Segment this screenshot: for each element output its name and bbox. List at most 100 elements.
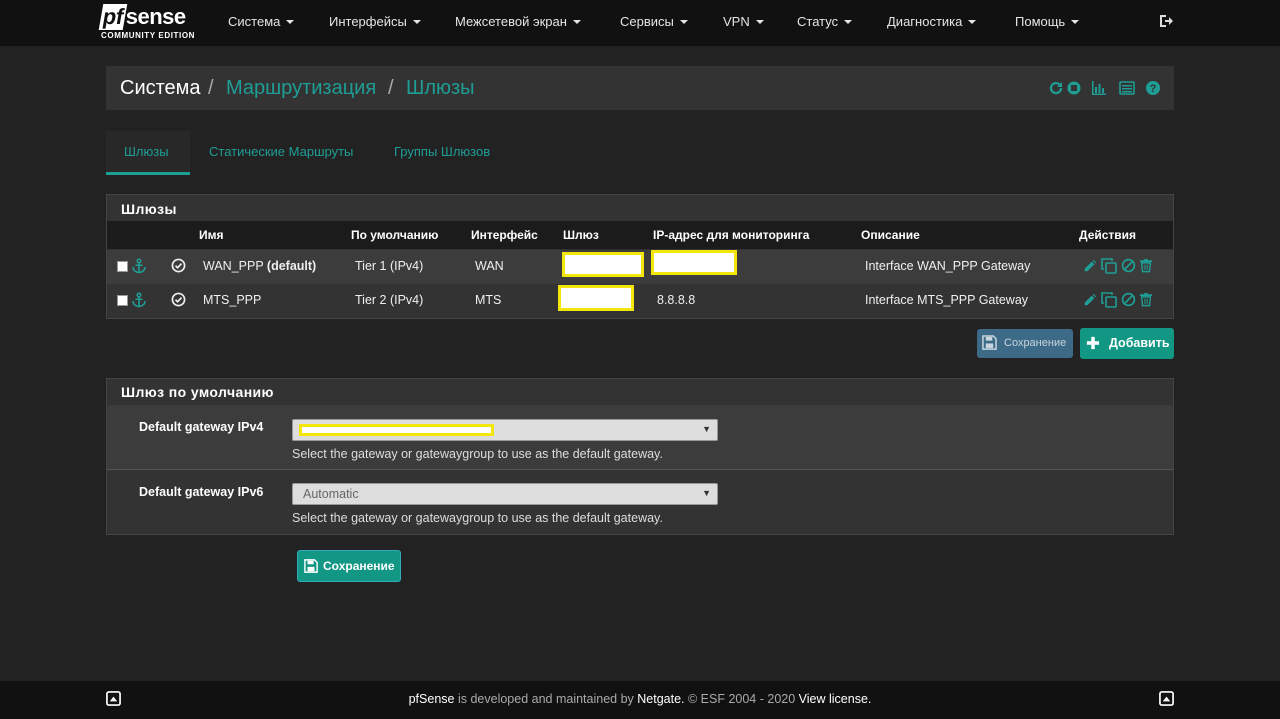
- bar-chart-icon[interactable]: [1091, 80, 1107, 96]
- row-checkbox[interactable]: [117, 295, 128, 306]
- add-gateway-button[interactable]: Добавить: [1080, 328, 1174, 359]
- pfsense-logo[interactable]: pfsense COMMUNITY EDITION: [98, 4, 201, 44]
- gateways-panel: Шлюзы Имя По умолчанию Интерфейс Шлюз IP…: [106, 194, 1174, 319]
- anchor-icon[interactable]: [131, 258, 147, 274]
- gateway-name-value: WAN_PPP: [203, 259, 264, 273]
- nav-label: Статус: [797, 14, 839, 29]
- gateway-name: WAN_PPP (default): [203, 259, 316, 273]
- nav-label: Диагностика: [887, 14, 963, 29]
- disable-ban-icon[interactable]: [1121, 292, 1136, 307]
- scroll-top-icon[interactable]: [1159, 691, 1174, 706]
- gateway-interface: MTS: [475, 293, 502, 307]
- column-header-description[interactable]: Описание: [861, 228, 920, 242]
- column-header-interface[interactable]: Интерфейс: [471, 228, 538, 242]
- redacted-selected-value: [299, 424, 494, 436]
- logout-icon[interactable]: [1158, 13, 1174, 29]
- nav-label: Интерфейсы: [329, 14, 407, 29]
- trash-icon[interactable]: [1139, 258, 1153, 273]
- nav-menu-vpn[interactable]: VPN: [723, 14, 764, 29]
- panel-title: Шлюз по умолчанию: [121, 384, 274, 400]
- breadcrumb-system: Система: [120, 77, 201, 99]
- nav-label: Система: [228, 14, 281, 29]
- panel-title: Шлюзы: [121, 201, 177, 217]
- tab-gateways[interactable]: Шлюзы: [124, 144, 169, 159]
- log-list-icon[interactable]: [1119, 80, 1135, 96]
- gateway-tier: Tier 2 (IPv4): [355, 293, 424, 307]
- save-button-small[interactable]: Сохранение: [977, 329, 1073, 358]
- nav-menu-help[interactable]: Помощь: [1015, 14, 1080, 29]
- footer-brand: pfSense: [408, 692, 455, 706]
- breadcrumb: Система / Маршрутизация / Шлюзы: [106, 66, 1174, 110]
- logo-text: pfsense: [98, 4, 186, 30]
- button-label: Добавить: [1109, 336, 1170, 350]
- nav-label: VPN: [723, 14, 750, 29]
- caret-down-icon: [755, 20, 764, 24]
- caret-down-icon: [286, 20, 295, 24]
- nav-label: Помощь: [1015, 14, 1066, 29]
- nav-menu-firewall[interactable]: Межсетевой экран: [455, 14, 581, 29]
- edit-pencil-icon[interactable]: [1083, 293, 1097, 307]
- footer-text-part: is developed and maintained by: [454, 692, 638, 706]
- redacted-gateway-ip: [558, 285, 634, 311]
- column-header-gateway[interactable]: Шлюз: [563, 228, 599, 242]
- help-icon[interactable]: ?: [1145, 80, 1161, 96]
- breadcrumb-separator: /: [388, 77, 394, 99]
- default-marker: (default): [266, 259, 317, 273]
- select-value: Automatic: [303, 487, 359, 501]
- nav-menu-system[interactable]: Система: [228, 14, 295, 29]
- disable-ban-icon[interactable]: [1121, 258, 1136, 273]
- field-help-text: Select the gateway or gatewaygroup to us…: [292, 511, 663, 525]
- copy-icon[interactable]: [1101, 292, 1117, 308]
- default-gateway-ipv6-row: Default gateway IPv6 Automatic ▼ Select …: [107, 470, 1173, 534]
- footer-text-part: © ESF 2004 - 2020: [684, 692, 799, 706]
- gateway-tier: Tier 1 (IPv4): [355, 259, 424, 273]
- gateway-description: Interface WAN_PPP Gateway: [865, 259, 1031, 273]
- nav-menu-diagnostics[interactable]: Диагностика: [887, 14, 977, 29]
- redacted-gateway-ip: [562, 252, 644, 277]
- edit-pencil-icon[interactable]: [1083, 259, 1097, 273]
- copy-icon[interactable]: [1101, 258, 1117, 274]
- button-label: Сохранение: [1004, 337, 1067, 349]
- save-button[interactable]: Сохранение: [297, 550, 401, 582]
- table-row: MTS_PPP Tier 2 (IPv4) MTS 8.8.8.8 Interf…: [107, 284, 1173, 318]
- nav-menu-status[interactable]: Статус: [797, 14, 853, 29]
- breadcrumb-gateways[interactable]: Шлюзы: [406, 77, 475, 100]
- column-header-monitor-ip[interactable]: IP-адрес для мониторинга: [653, 228, 809, 242]
- tab-gateway-groups[interactable]: Группы Шлюзов: [394, 144, 490, 159]
- redacted-monitor-ip: [651, 250, 737, 275]
- caret-down-icon: [844, 20, 853, 24]
- scroll-top-icon[interactable]: [106, 691, 121, 706]
- plus-icon: [1086, 336, 1100, 350]
- field-label: Default gateway IPv6: [139, 485, 264, 499]
- field-help-text: Select the gateway or gatewaygroup to us…: [292, 447, 663, 461]
- monitor-ip: 8.8.8.8: [657, 293, 696, 307]
- button-label: Сохранение: [323, 559, 395, 573]
- column-header-name[interactable]: Имя: [199, 228, 224, 242]
- logo-prefix: pf: [98, 4, 128, 30]
- save-icon: [982, 335, 997, 350]
- default-gateway-ipv4-select[interactable]: ▼: [292, 419, 718, 441]
- tab-static-routes[interactable]: Статические Маршруты: [209, 144, 353, 159]
- gateway-description: Interface MTS_PPP Gateway: [865, 293, 1029, 307]
- stop-circle-icon[interactable]: [1066, 80, 1082, 96]
- footer-netgate-link[interactable]: Netgate.: [637, 692, 684, 706]
- anchor-icon[interactable]: [131, 292, 147, 308]
- caret-down-icon: [412, 20, 421, 24]
- trash-icon[interactable]: [1139, 292, 1153, 307]
- caret-down-icon: [679, 20, 688, 24]
- caret-down-icon: [572, 20, 581, 24]
- nav-label: Сервисы: [620, 14, 674, 29]
- row-checkbox[interactable]: [117, 261, 128, 272]
- footer-text: pfSense is developed and maintained by N…: [0, 692, 1280, 706]
- footer-license-link[interactable]: View license.: [799, 692, 872, 706]
- default-gateway-ipv6-select[interactable]: Automatic ▼: [292, 483, 718, 505]
- column-header-actions: Действия: [1079, 228, 1137, 242]
- nav-menu-interfaces[interactable]: Интерфейсы: [329, 14, 421, 29]
- nav-menu-services[interactable]: Сервисы: [620, 14, 688, 29]
- check-circle-icon: [171, 258, 186, 273]
- reload-icon[interactable]: [1048, 80, 1064, 96]
- column-header-default[interactable]: По умолчанию: [351, 228, 438, 242]
- gateway-name: MTS_PPP: [203, 293, 262, 307]
- breadcrumb-routing[interactable]: Маршрутизация: [226, 77, 376, 100]
- save-icon: [304, 559, 318, 573]
